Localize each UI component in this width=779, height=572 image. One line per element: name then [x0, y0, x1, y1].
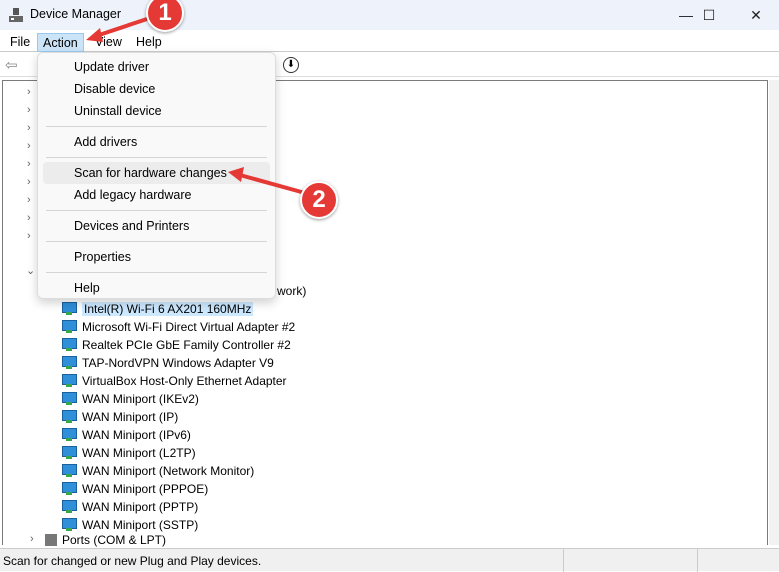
arrow-1-head [86, 28, 103, 42]
step-2-badge: 2 [300, 181, 338, 219]
arrow-2-head [228, 167, 244, 182]
annotation-arrows [86, 16, 306, 195]
arrow-1 [95, 16, 151, 38]
arrow-2 [239, 173, 306, 195]
